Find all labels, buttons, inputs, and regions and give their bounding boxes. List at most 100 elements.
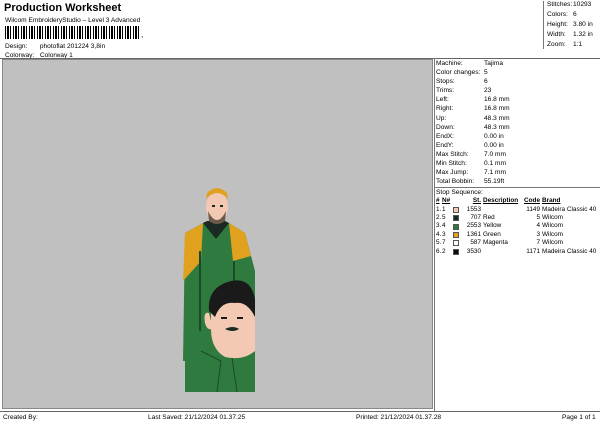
created-by: Created By: [3, 414, 38, 421]
left-label: Left: [436, 96, 449, 104]
col-code: Code [524, 197, 540, 205]
design-row: Design: photoflat 201224 3,8in [5, 43, 105, 50]
thread-color-swatch [453, 248, 459, 255]
trims-value: 23 [484, 87, 492, 95]
stop-sequence-row: 1. 1 1553 1149 Madeira Classic 40 [435, 206, 600, 214]
thread-color-swatch [453, 215, 459, 222]
thread-brand: Madeira Classic 40 [542, 205, 597, 213]
stop-sequence-header: # N# St. Description Code Brand [435, 197, 600, 205]
right-value: 16.8 mm [484, 105, 510, 113]
thread-code: 4 [536, 222, 540, 230]
color-swatch [453, 248, 461, 255]
thread-description: Red [483, 214, 495, 222]
needle-number: 3 [442, 230, 446, 238]
stitches-label: Stitches: [547, 1, 573, 8]
barcode-suffix: , [141, 30, 144, 39]
thread-code: 1149 [526, 205, 540, 213]
stop-index: 6. [436, 247, 442, 255]
total-bobbin-value: 55.19ft [484, 178, 505, 186]
zoom-value: 1:1 [573, 41, 583, 48]
last-saved: Last Saved: 21/12/2024 01.37.25 [148, 414, 246, 421]
endy-value: 0.00 in [484, 141, 504, 149]
stop-index: 2. [436, 214, 442, 222]
height-value: 3.80 in [573, 21, 593, 28]
right-label: Right: [436, 105, 454, 113]
color-swatch [453, 232, 461, 239]
needle-number: 2 [442, 247, 446, 255]
machine-label: Machine: [436, 60, 463, 67]
thread-code: 1171 [526, 247, 540, 255]
thread-description: Magenta [483, 239, 508, 247]
down-label: Down: [436, 123, 455, 131]
col-st: St. [472, 197, 481, 205]
stop-sequence-table: # N# St. Description Code Brand 1. 1 1553 1… [435, 197, 600, 256]
color-changes-label: Color changes: [436, 69, 481, 77]
thread-color-swatch [453, 240, 459, 247]
min-stitch-value: 0.1 mm [484, 160, 506, 168]
color-swatch [453, 215, 461, 222]
design-label: Design: [5, 43, 28, 50]
stops-label: Stops: [436, 78, 455, 86]
thread-description: Green [483, 230, 501, 238]
page-number: Page 1 of 1 [562, 414, 596, 421]
stop-sequence-row: 6. 2 3530 1171 Madeira Classic 40 [435, 248, 600, 256]
needle-number: 7 [442, 239, 446, 247]
design-value: photoflat 201224 3,8in [39, 43, 106, 50]
thread-brand: Wilcom [542, 239, 563, 247]
machine-value: Tajima [484, 60, 504, 67]
thread-code: 3 [536, 230, 540, 238]
total-bobbin-label: Total Bobbin: [436, 178, 475, 186]
stop-index: 4. [436, 230, 442, 238]
max-jump-label: Max Jump: [436, 169, 469, 177]
stops-value: 6 [484, 78, 488, 86]
stop-sequence-row: 5. 7 587 Magenta 7 Wilcom [435, 239, 600, 247]
endx-value: 0.00 in [484, 132, 504, 140]
max-jump-value: 7.1 mm [484, 169, 506, 177]
design-preview-canvas[interactable] [2, 59, 433, 409]
col-brand: Brand [542, 197, 561, 205]
thread-code: 7 [536, 239, 540, 247]
stop-sequence-row: 4. 3 1361 Green 3 Wilcom [435, 231, 600, 239]
stitch-count: 2553 [466, 222, 481, 230]
summary-box: Stitches: 10293 Colors: 6 Height: 3.80 in W… [543, 1, 599, 49]
thread-color-swatch [453, 232, 459, 239]
endx-label: EndX: [436, 132, 454, 140]
thread-color-swatch [453, 206, 459, 213]
machine-info-panel: Machine: Tajima Color changes: 5 Stops: 6 T… [435, 59, 600, 256]
col-n: N# [442, 197, 451, 205]
col-description: Description [483, 197, 519, 205]
left-value: 16.8 mm [484, 96, 510, 104]
barcode [5, 26, 140, 39]
height-label: Height: [547, 21, 568, 28]
max-stitch-value: 7.0 mm [484, 150, 506, 158]
stop-sequence-row: 3. 4 2553 Yellow 4 Wilcom [435, 222, 600, 230]
thread-brand: Wilcom [542, 230, 563, 238]
col-num: # [436, 197, 440, 205]
stop-index: 3. [436, 222, 442, 230]
max-stitch-label: Max Stitch: [436, 150, 469, 158]
min-stitch-label: Min Stitch: [436, 160, 467, 168]
thread-code: 5 [536, 214, 540, 222]
stop-index: 5. [436, 239, 442, 247]
stitches-value: 10293 [573, 1, 592, 8]
thread-description: Yellow [483, 222, 502, 230]
software-name: Wilcom EmbroideryStudio – Level 3 Advanc… [5, 17, 141, 24]
up-value: 48.3 mm [484, 114, 510, 122]
thread-brand: Wilcom [542, 222, 563, 230]
stop-sequence-row: 2. 5 707 Red 5 Wilcom [435, 214, 600, 222]
thread-color-swatch [453, 223, 459, 230]
down-value: 48.3 mm [484, 123, 510, 131]
stitch-count: 707 [470, 214, 481, 222]
worksheet-header: Production Worksheet Wilcom EmbroiderySt… [2, 1, 542, 59]
stitch-count: 1553 [466, 205, 481, 213]
color-swatch [453, 206, 461, 213]
worksheet-footer: Created By: Last Saved: 21/12/2024 01.37… [0, 411, 600, 424]
printed-date: Printed: 21/12/2024 01.37.28 [356, 414, 442, 421]
color-changes-value: 5 [484, 69, 488, 77]
up-label: Up: [436, 114, 447, 122]
thread-brand: Madeira Classic 40 [542, 247, 597, 255]
needle-number: 1 [442, 205, 446, 213]
width-value: 1.32 in [573, 31, 593, 38]
needle-number: 4 [442, 222, 446, 230]
color-swatch [453, 223, 461, 230]
